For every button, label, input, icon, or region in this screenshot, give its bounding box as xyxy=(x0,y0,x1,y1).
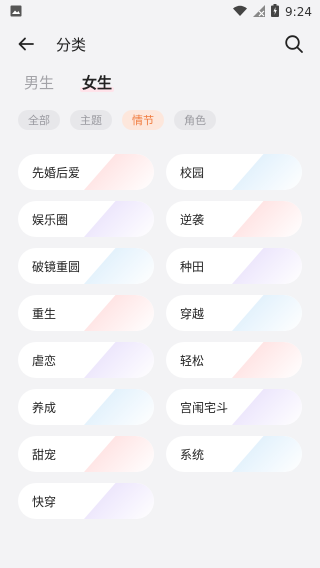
category-label: 轻松 xyxy=(180,353,205,368)
category-label: 宫闱宅斗 xyxy=(180,400,229,415)
category-grid: 先婚后爱 校园 娱乐圈 逆袭 破镜重圆 种田 重生 穿越 虐恋 轻松 养成 宫闱… xyxy=(18,154,302,519)
chip-theme[interactable]: 主题 xyxy=(70,110,112,130)
chip-character[interactable]: 角色 xyxy=(174,110,216,130)
category-card[interactable]: 养成 xyxy=(18,389,154,425)
card-decoration xyxy=(84,483,154,519)
category-card[interactable]: 系统 xyxy=(166,436,302,472)
category-card[interactable]: 破镜重圆 xyxy=(18,248,154,284)
category-label: 校园 xyxy=(180,165,205,180)
back-arrow-icon[interactable] xyxy=(14,32,38,56)
category-label: 娱乐圈 xyxy=(32,212,69,227)
no-signal-icon xyxy=(253,4,266,20)
card-decoration xyxy=(232,389,302,425)
category-card[interactable]: 逆袭 xyxy=(166,201,302,237)
category-label: 快穿 xyxy=(32,494,57,509)
category-label: 穿越 xyxy=(180,306,205,321)
filter-chips: 全部 主题 情节 角色 xyxy=(18,110,216,130)
category-label: 逆袭 xyxy=(180,212,205,227)
category-card[interactable]: 穿越 xyxy=(166,295,302,331)
category-label: 养成 xyxy=(32,400,57,415)
category-card[interactable]: 娱乐圈 xyxy=(18,201,154,237)
category-card[interactable]: 轻松 xyxy=(166,342,302,378)
gallery-icon xyxy=(10,5,22,20)
card-decoration xyxy=(84,248,154,284)
card-decoration xyxy=(232,342,302,378)
tab-female[interactable]: 女生 xyxy=(80,72,115,93)
card-decoration xyxy=(84,436,154,472)
card-decoration xyxy=(84,342,154,378)
category-label: 种田 xyxy=(180,259,205,274)
category-card[interactable]: 宫闱宅斗 xyxy=(166,389,302,425)
tab-male[interactable]: 男生 xyxy=(24,72,54,93)
category-card[interactable]: 先婚后爱 xyxy=(18,154,154,190)
card-decoration xyxy=(84,389,154,425)
battery-icon xyxy=(271,4,280,20)
card-decoration xyxy=(232,154,302,190)
category-label: 破镜重圆 xyxy=(32,259,81,274)
chip-all[interactable]: 全部 xyxy=(18,110,60,130)
card-decoration xyxy=(84,295,154,331)
category-card[interactable]: 甜宠 xyxy=(18,436,154,472)
category-label: 甜宠 xyxy=(32,447,57,462)
category-label: 系统 xyxy=(180,447,205,462)
card-decoration xyxy=(84,154,154,190)
search-icon[interactable] xyxy=(282,32,306,56)
status-bar: 9:24 xyxy=(0,0,320,24)
category-card[interactable]: 虐恋 xyxy=(18,342,154,378)
card-decoration xyxy=(84,201,154,237)
chip-plot[interactable]: 情节 xyxy=(122,110,164,130)
category-label: 先婚后爱 xyxy=(32,165,81,180)
gender-tabs: 男生 女生 xyxy=(24,72,115,93)
status-time: 9:24 xyxy=(285,5,312,19)
category-card[interactable]: 种田 xyxy=(166,248,302,284)
card-decoration xyxy=(232,436,302,472)
category-label: 重生 xyxy=(32,306,57,321)
category-card[interactable]: 重生 xyxy=(18,295,154,331)
category-label: 虐恋 xyxy=(32,353,57,368)
category-card[interactable]: 快穿 xyxy=(18,483,154,519)
card-decoration xyxy=(232,248,302,284)
page-title: 分类 xyxy=(56,35,87,54)
card-decoration xyxy=(232,201,302,237)
app-bar: 分类 xyxy=(0,24,320,64)
category-card[interactable]: 校园 xyxy=(166,154,302,190)
wifi-icon xyxy=(233,5,248,19)
card-decoration xyxy=(232,295,302,331)
